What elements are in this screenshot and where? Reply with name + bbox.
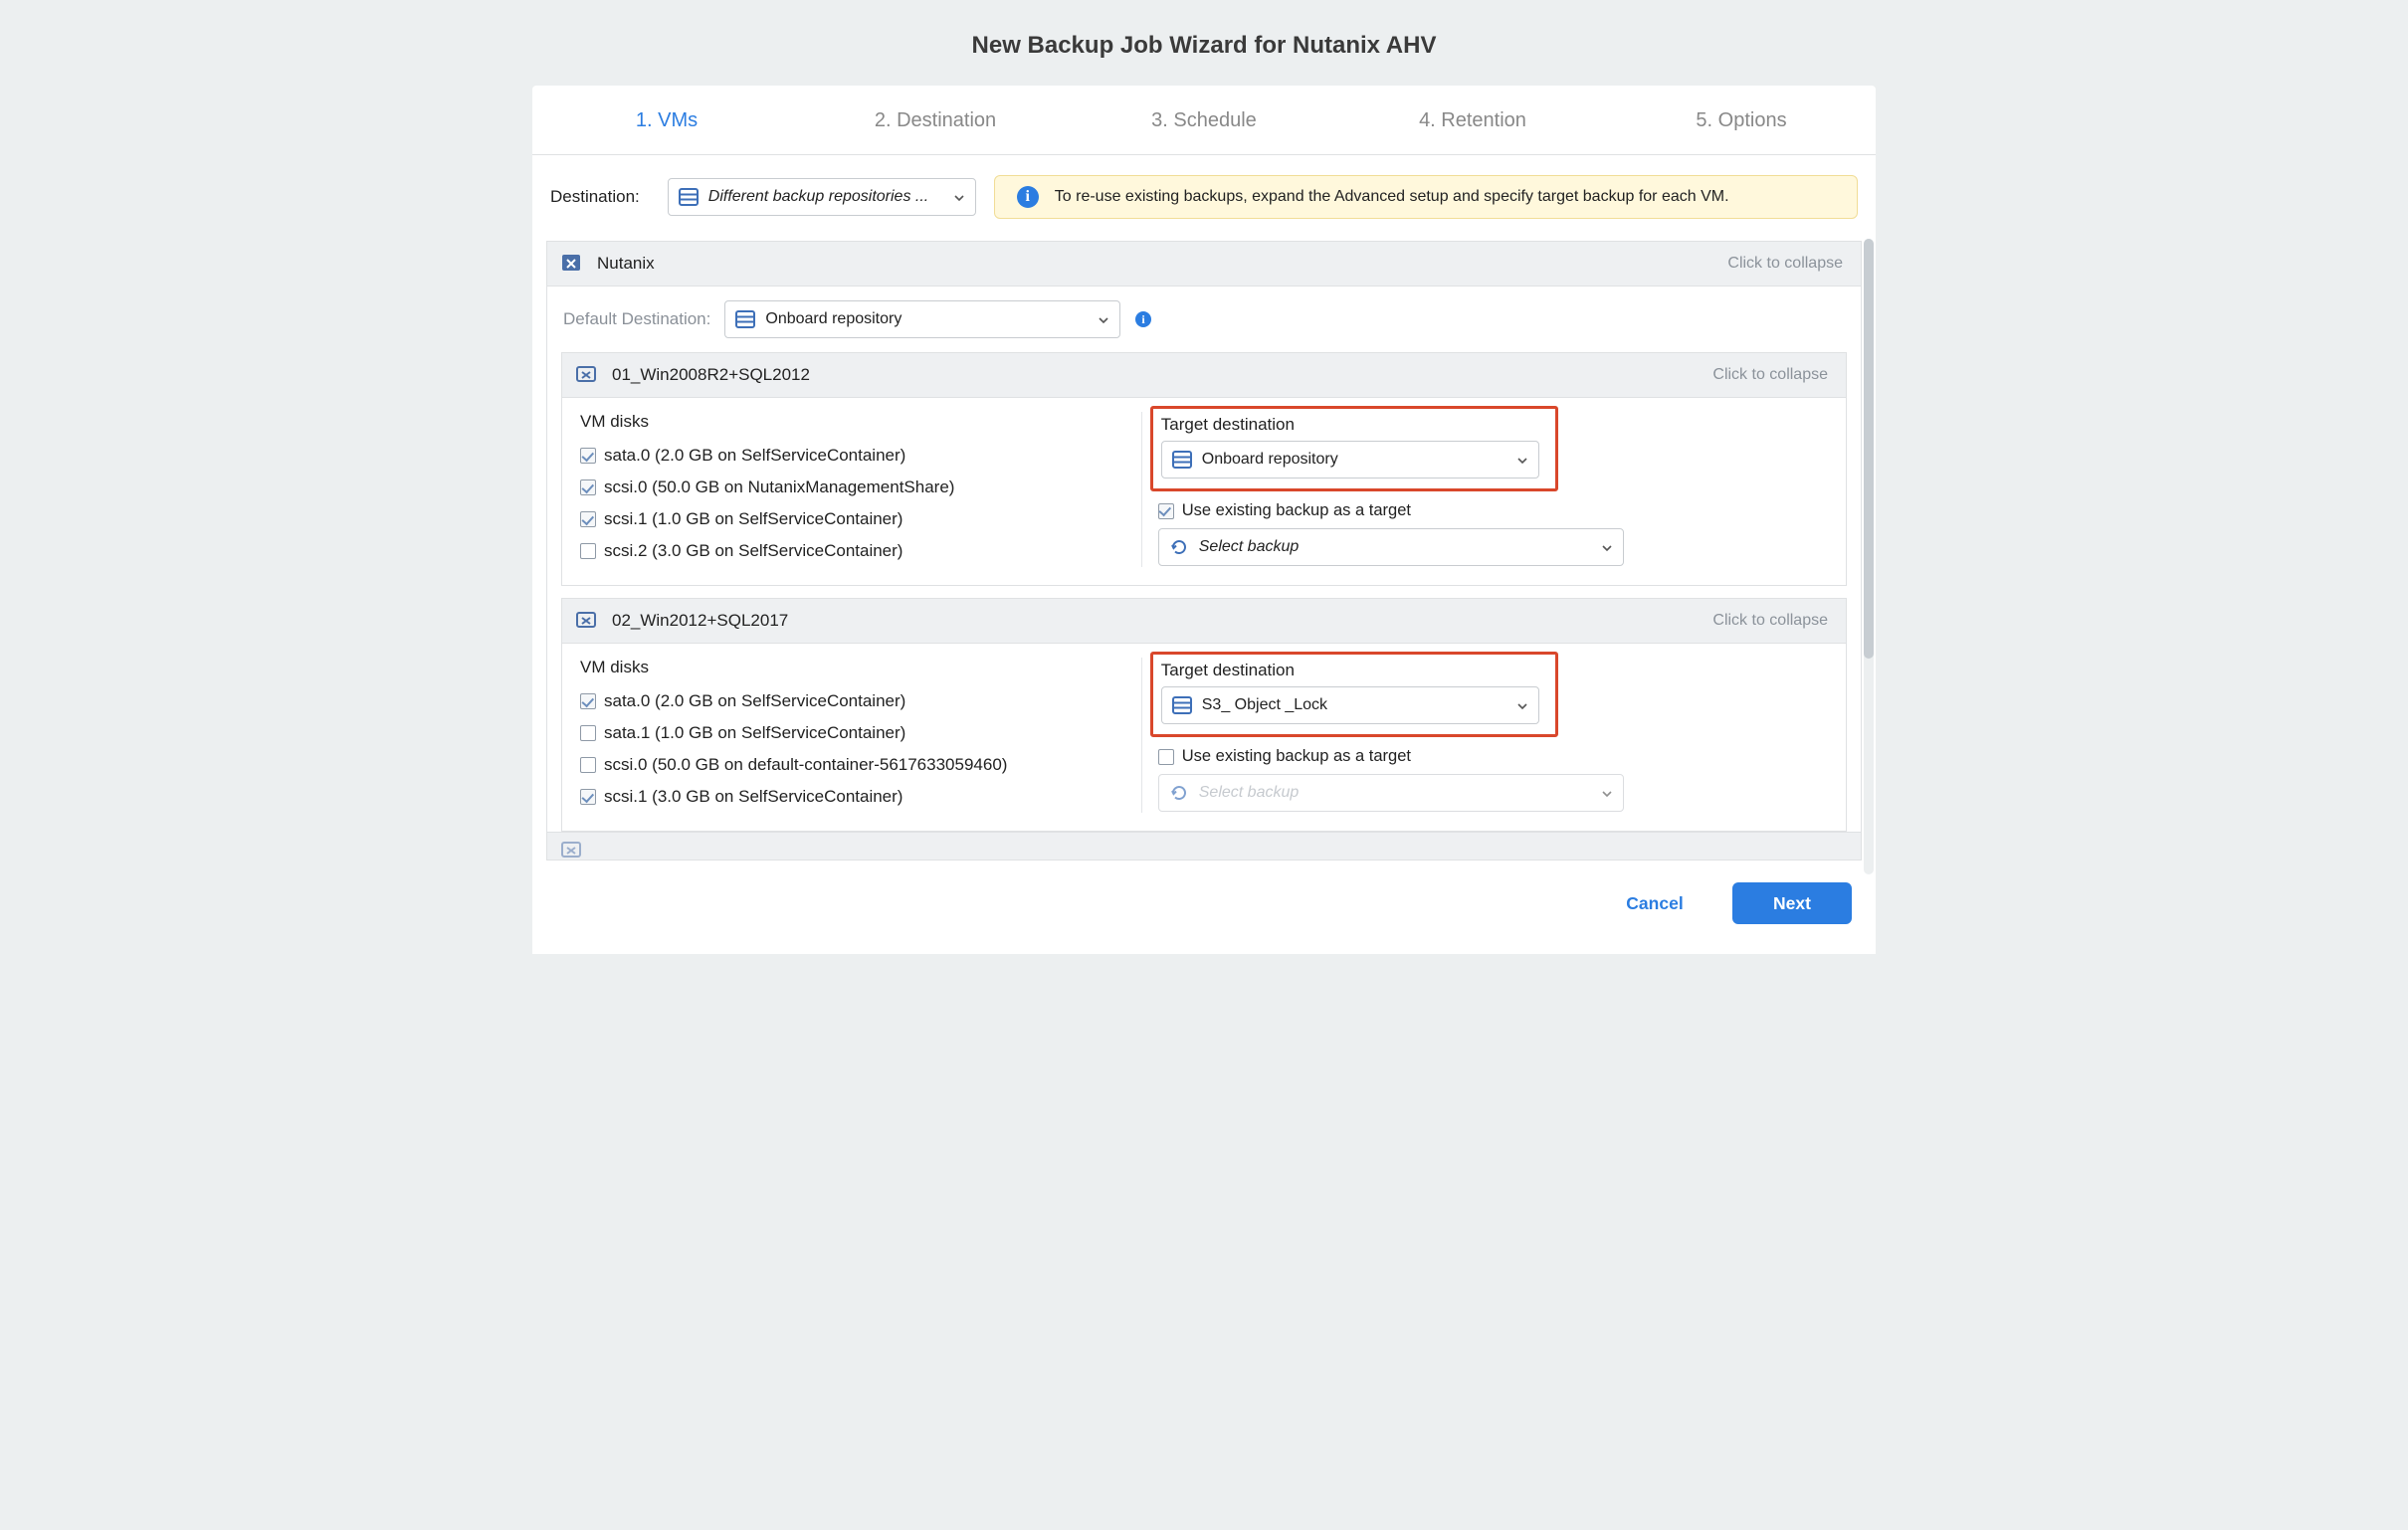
disk-label: scsi.1 (3.0 GB on SelfServiceContainer) [604, 787, 903, 807]
info-icon: i [1017, 186, 1039, 208]
disk-label: scsi.0 (50.0 GB on default-container-561… [604, 755, 1007, 775]
default-destination-value: Onboard repository [765, 310, 1088, 328]
cancel-button[interactable]: Cancel [1595, 882, 1714, 924]
disk-label: scsi.0 (50.0 GB on NutanixManagementShar… [604, 478, 954, 497]
vm-name: 01_Win2008R2+SQL2012 [612, 365, 810, 385]
chevron-down-icon [953, 191, 965, 203]
disk-row: sata.1 (1.0 GB on SelfServiceContainer) [580, 717, 1129, 749]
select-backup-placeholder: Select backup [1199, 538, 1591, 556]
restore-icon [1169, 783, 1189, 803]
default-destination-label: Default Destination: [563, 309, 710, 329]
wizard-step-3[interactable]: 3. Schedule [1070, 86, 1338, 154]
chevron-down-icon [1601, 541, 1613, 553]
wizard-step-1[interactable]: 1. VMs [532, 86, 801, 154]
use-existing-row: Use existing backup as a target [1158, 747, 1828, 766]
wizard-step-5[interactable]: 5. Options [1607, 86, 1876, 154]
vm-icon [574, 363, 600, 387]
select-backup-placeholder: Select backup [1199, 784, 1591, 802]
vm-name: 02_Win2012+SQL2017 [612, 611, 788, 631]
use-existing-checkbox[interactable] [1158, 503, 1174, 519]
disk-checkbox[interactable] [580, 693, 596, 709]
cluster-name: Nutanix [597, 254, 655, 274]
disk-checkbox[interactable] [580, 543, 596, 559]
disk-row: scsi.2 (3.0 GB on SelfServiceContainer) [580, 535, 1129, 567]
scrollbar-thumb[interactable] [1864, 239, 1874, 659]
collapse-hint: Click to collapse [1727, 255, 1843, 273]
target-destination-highlight: Target destination S3_ Object _Lock [1150, 652, 1558, 737]
select-backup-dropdown[interactable]: Select backup [1158, 528, 1624, 566]
destination-label: Destination: [550, 187, 640, 207]
use-existing-row: Use existing backup as a target [1158, 501, 1828, 520]
target-destination-label: Target destination [1161, 415, 1547, 435]
disk-checkbox[interactable] [580, 511, 596, 527]
target-destination-value: Onboard repository [1202, 451, 1506, 469]
disk-label: scsi.1 (1.0 GB on SelfServiceContainer) [604, 509, 903, 529]
disk-row: sata.0 (2.0 GB on SelfServiceContainer) [580, 685, 1129, 717]
info-icon[interactable]: i [1134, 310, 1152, 328]
vm-icon [574, 609, 600, 633]
chevron-down-icon [1098, 313, 1109, 325]
vm-panel: 02_Win2012+SQL2017 Click to collapse VM di… [561, 598, 1847, 832]
disk-row: sata.0 (2.0 GB on SelfServiceContainer) [580, 440, 1129, 472]
disk-checkbox[interactable] [580, 479, 596, 495]
target-destination-highlight: Target destination Onboard repository [1150, 406, 1558, 491]
disk-label: scsi.2 (3.0 GB on SelfServiceContainer) [604, 541, 903, 561]
disk-row: scsi.0 (50.0 GB on NutanixManagementShar… [580, 472, 1129, 503]
wizard-step-2[interactable]: 2. Destination [801, 86, 1070, 154]
vm-panel-truncated [546, 833, 1862, 861]
target-destination-select[interactable]: S3_ Object _Lock [1161, 686, 1539, 724]
vm-header[interactable]: 02_Win2012+SQL2017 Click to collapse [562, 599, 1846, 644]
disk-checkbox[interactable] [580, 448, 596, 464]
info-banner-text: To re-use existing backups, expand the A… [1055, 188, 1729, 206]
collapse-hint: Click to collapse [1712, 366, 1828, 384]
scrollbar[interactable] [1864, 239, 1874, 874]
disk-label: sata.0 (2.0 GB on SelfServiceContainer) [604, 691, 905, 711]
disk-checkbox[interactable] [580, 725, 596, 741]
info-banner: i To re-use existing backups, expand the… [994, 175, 1858, 219]
collapse-hint: Click to collapse [1712, 612, 1828, 630]
vm-disks-label: VM disks [580, 412, 1129, 432]
vm-icon [559, 839, 585, 861]
chevron-down-icon [1516, 699, 1528, 711]
disk-checkbox[interactable] [580, 789, 596, 805]
default-destination-select[interactable]: Onboard repository [724, 300, 1120, 338]
wizard-steps: 1. VMs2. Destination3. Schedule4. Retent… [532, 86, 1876, 155]
disk-label: sata.1 (1.0 GB on SelfServiceContainer) [604, 723, 905, 743]
disk-row: scsi.1 (3.0 GB on SelfServiceContainer) [580, 781, 1129, 813]
wizard-title: New Backup Job Wizard for Nutanix AHV [532, 0, 1876, 86]
repository-icon [1172, 451, 1192, 469]
destination-value: Different backup repositories ... [708, 188, 943, 206]
chevron-down-icon [1601, 787, 1613, 799]
cluster-icon [559, 252, 585, 276]
vm-panel: 01_Win2008R2+SQL2012 Click to collapse VM … [561, 352, 1847, 586]
use-existing-label: Use existing backup as a target [1182, 501, 1411, 520]
repository-icon [679, 188, 699, 206]
vm-header[interactable]: 01_Win2008R2+SQL2012 Click to collapse [562, 353, 1846, 398]
use-existing-label: Use existing backup as a target [1182, 747, 1411, 766]
select-backup-dropdown: Select backup [1158, 774, 1624, 812]
vm-disks-label: VM disks [580, 658, 1129, 677]
use-existing-checkbox[interactable] [1158, 749, 1174, 765]
target-destination-label: Target destination [1161, 661, 1547, 680]
target-destination-select[interactable]: Onboard repository [1161, 441, 1539, 478]
target-destination-value: S3_ Object _Lock [1202, 696, 1506, 714]
cluster-header[interactable]: Nutanix Click to collapse [547, 242, 1861, 287]
next-button[interactable]: Next [1732, 882, 1852, 924]
restore-icon [1169, 537, 1189, 557]
chevron-down-icon [1516, 454, 1528, 466]
repository-icon [735, 310, 755, 328]
cluster-panel: Nutanix Click to collapse Default Destin… [546, 241, 1862, 833]
disk-row: scsi.1 (1.0 GB on SelfServiceContainer) [580, 503, 1129, 535]
disk-label: sata.0 (2.0 GB on SelfServiceContainer) [604, 446, 905, 466]
disk-row: scsi.0 (50.0 GB on default-container-561… [580, 749, 1129, 781]
wizard-step-4[interactable]: 4. Retention [1338, 86, 1607, 154]
destination-select[interactable]: Different backup repositories ... [668, 178, 976, 216]
disk-checkbox[interactable] [580, 757, 596, 773]
repository-icon [1172, 696, 1192, 714]
